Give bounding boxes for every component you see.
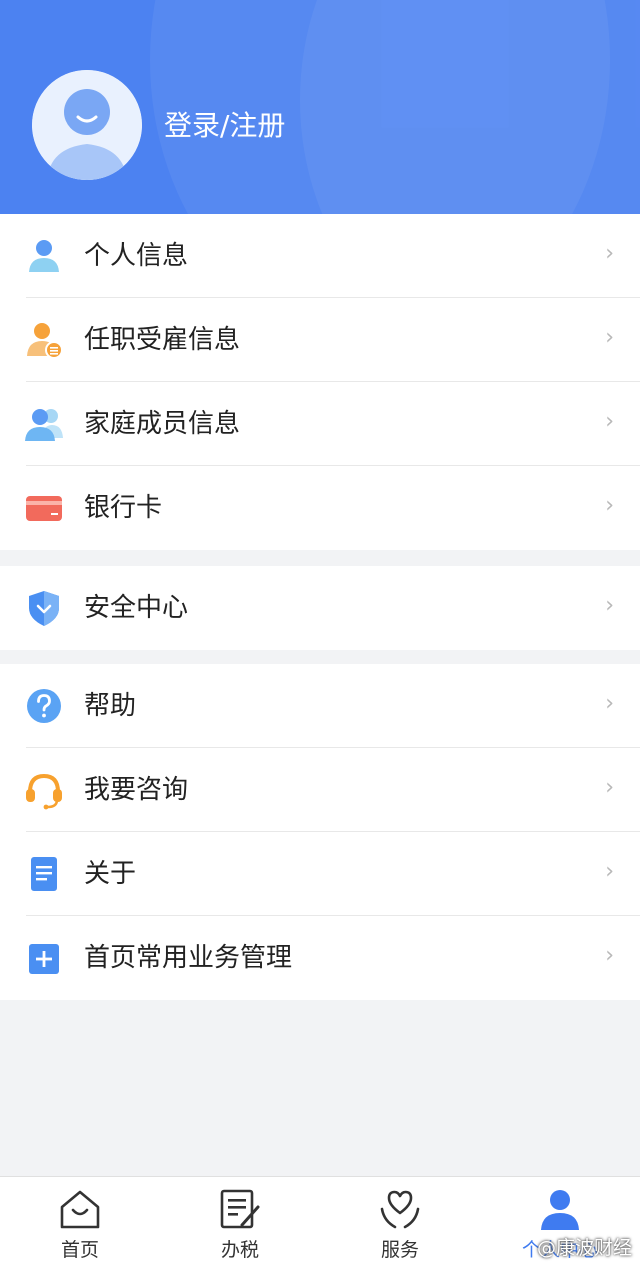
chevron-right-icon: ›: [605, 859, 614, 884]
tab-label: 首页: [60, 1239, 99, 1261]
login-register-link[interactable]: 登录/注册: [164, 106, 285, 146]
menu-item-label: 银行卡: [84, 493, 163, 523]
home-icon: [60, 1190, 100, 1229]
chevron-right-icon: ›: [605, 325, 614, 350]
avatar[interactable]: [32, 70, 142, 180]
chevron-right-icon: ›: [605, 241, 614, 266]
bank-card-icon: [26, 496, 62, 521]
person-icon: [29, 240, 59, 272]
chevron-right-icon: ›: [605, 493, 614, 518]
plus-square-icon: [29, 944, 59, 974]
menu-item-label: 关于: [84, 859, 137, 889]
tax-form-icon: [220, 1189, 260, 1229]
menu-item-consult[interactable]: 我要咨询 ›: [0, 748, 640, 832]
menu-item-label: 首页常用业务管理: [84, 943, 293, 973]
menu-item-label: 我要咨询: [84, 775, 189, 805]
menu-item-label: 帮助: [84, 691, 137, 721]
menu-item-label: 任职受雇信息: [84, 325, 241, 355]
profile-header: 登录/注册: [0, 0, 640, 214]
headset-icon: [26, 773, 62, 810]
menu-item-about[interactable]: 关于 ›: [0, 832, 640, 916]
tab-tax[interactable]: 办税: [160, 1177, 320, 1274]
menu-item-label: 家庭成员信息: [84, 409, 241, 439]
heart-hands-icon: [380, 1190, 420, 1229]
avatar-placeholder-icon: [32, 70, 142, 180]
header-decoration: [300, 0, 640, 214]
menu-group-personal: 个人信息 › 任职受雇信息 › 家庭成员信息 › 银行卡 ›: [0, 214, 640, 550]
menu-group-security: 安全中心 ›: [0, 566, 640, 650]
menu-item-bank-card[interactable]: 银行卡 ›: [0, 466, 640, 550]
tab-label: 办税: [220, 1239, 259, 1261]
menu-item-label: 安全中心: [84, 593, 189, 623]
help-icon: [27, 689, 61, 723]
chevron-right-icon: ›: [605, 943, 614, 968]
tab-service[interactable]: 服务: [320, 1177, 480, 1274]
menu-group-support: 帮助 › 我要咨询 › 关于 › 首页常用业务管理 ›: [0, 664, 640, 1000]
chevron-right-icon: ›: [605, 593, 614, 618]
shield-icon: [29, 591, 59, 626]
user-center-icon: [541, 1190, 579, 1230]
family-icon: [25, 409, 63, 441]
chevron-right-icon: ›: [605, 409, 614, 434]
employment-icon: [27, 323, 63, 359]
menu-item-personal-info[interactable]: 个人信息 ›: [0, 214, 640, 298]
menu-item-help[interactable]: 帮助 ›: [0, 664, 640, 748]
chevron-right-icon: ›: [605, 775, 614, 800]
menu-item-label: 个人信息: [84, 241, 189, 271]
menu-item-security-center[interactable]: 安全中心 ›: [0, 566, 640, 650]
bottom-tab-bar: 首页 办税 服务 个人中心 @康波财经: [0, 1176, 640, 1274]
watermark: @康波财经: [536, 1237, 632, 1259]
menu-item-employment-info[interactable]: 任职受雇信息 ›: [0, 298, 640, 382]
document-icon: [31, 857, 57, 891]
tab-label: 服务: [380, 1239, 419, 1261]
menu-item-family-info[interactable]: 家庭成员信息 ›: [0, 382, 640, 466]
chevron-right-icon: ›: [605, 691, 614, 716]
menu-item-homepage-services[interactable]: 首页常用业务管理 ›: [0, 916, 640, 1000]
tab-home[interactable]: 首页: [0, 1177, 160, 1274]
